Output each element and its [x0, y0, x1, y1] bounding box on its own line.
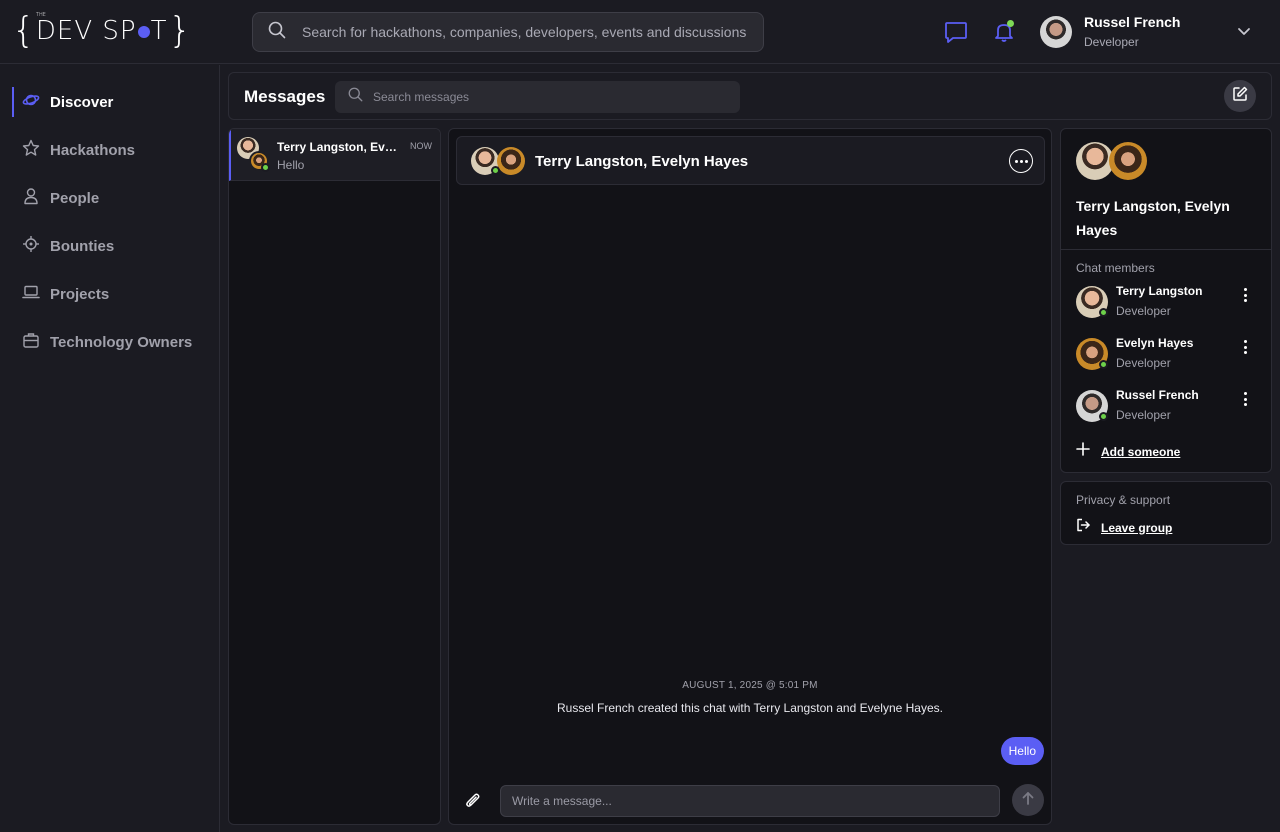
divider: [1061, 249, 1271, 250]
sidebar-item-label: Technology Owners: [50, 333, 193, 351]
sidebar: Discover Hackathons People Bounties Proj…: [0, 65, 220, 832]
user-name: Russel French: [1084, 14, 1181, 30]
sidebar-item-label: Discover: [50, 93, 114, 111]
person-icon: [22, 187, 40, 210]
global-search-input[interactable]: Search for hackathons, companies, develo…: [252, 12, 764, 52]
conversation-item[interactable]: Terry Langston, Evelyn Hayes NOW Hello: [229, 129, 440, 181]
message-search-input[interactable]: Search messages: [335, 81, 740, 113]
compose-icon: [1231, 85, 1249, 108]
laptop-icon: [22, 283, 40, 306]
logo-dot: [137, 26, 150, 38]
kebab-menu-icon[interactable]: [1242, 340, 1248, 354]
kebab-menu-icon[interactable]: [1242, 288, 1248, 302]
planet-icon: [22, 91, 40, 114]
conversation-list: Terry Langston, Evelyn Hayes NOW Hello: [228, 128, 441, 825]
star-icon: [22, 139, 40, 162]
global-search-placeholder: Search for hackathons, companies, develo…: [302, 24, 747, 40]
arrow-up-icon: [1020, 790, 1036, 811]
member-role: Developer: [1116, 304, 1171, 318]
sidebar-item-label: Bounties: [50, 237, 115, 255]
user-role: Developer: [1084, 35, 1139, 49]
devspot-logo[interactable]: { THE DEV SP T }: [12, 10, 192, 51]
leave-group-link[interactable]: Leave group: [1076, 518, 1172, 537]
messages-header: Messages Search messages: [228, 72, 1272, 120]
chat-header: Terry Langston, Evelyn Hayes: [456, 136, 1045, 185]
privacy-support-panel: Privacy & support Leave group: [1060, 481, 1272, 545]
chat-info-panel: Terry Langston, Evelyn Hayes Chat member…: [1060, 128, 1272, 473]
online-indicator: [1099, 360, 1108, 369]
sidebar-item-label: People: [50, 189, 100, 207]
online-indicator: [1099, 308, 1108, 317]
avatar: [497, 147, 525, 175]
plus-icon: [1076, 442, 1090, 461]
sidebar-item-discover[interactable]: Discover: [12, 87, 212, 117]
sidebar-item-hackathons[interactable]: Hackathons: [12, 135, 212, 165]
message-bubble-own: Hello: [1000, 737, 1044, 765]
compose-button[interactable]: [1224, 80, 1256, 112]
chat-info-title: Terry Langston, Evelyn Hayes: [1076, 198, 1230, 238]
notification-dot: [1007, 20, 1014, 27]
top-bar: { THE DEV SP T } Search for hackathons, c…: [0, 0, 1280, 64]
sidebar-item-label: Projects: [50, 285, 110, 303]
member-name: Russel French: [1116, 388, 1199, 402]
add-someone-label: Add someone: [1101, 444, 1181, 459]
sidebar-item-bounties[interactable]: Bounties: [12, 231, 212, 261]
attachment-icon[interactable]: [462, 790, 484, 812]
member-name: Evelyn Hayes: [1116, 336, 1194, 350]
sidebar-item-projects[interactable]: Projects: [12, 279, 212, 309]
member-name: Terry Langston: [1116, 284, 1203, 298]
member-item: Terry Langston Developer: [1076, 284, 1261, 318]
online-indicator: [1099, 412, 1108, 421]
message-input[interactable]: [500, 785, 1000, 817]
online-indicator: [261, 163, 270, 172]
chat-title: Terry Langston, Evelyn Hayes: [535, 153, 749, 170]
logo-small-text: THE: [35, 12, 46, 18]
user-menu[interactable]: Russel French Developer: [1040, 14, 1180, 49]
search-icon: [268, 21, 286, 44]
target-icon: [22, 235, 40, 258]
more-options-button[interactable]: [1009, 149, 1033, 173]
avatar: [1109, 142, 1147, 180]
chat-members-label: Chat members: [1076, 261, 1155, 275]
member-item: Russel French Developer: [1076, 388, 1261, 422]
logo-text-right: T: [150, 16, 168, 46]
chevron-down-icon[interactable]: [1236, 24, 1252, 45]
member-role: Developer: [1116, 356, 1171, 370]
briefcase-icon: [22, 331, 40, 354]
system-message-date: AUGUST 1, 2025 @ 5:01 PM: [682, 680, 818, 691]
logo-brace-right: }: [168, 10, 192, 51]
logo-brace-left: {: [12, 10, 35, 51]
search-icon: [348, 87, 363, 107]
message-search-placeholder: Search messages: [373, 90, 470, 104]
privacy-support-label: Privacy & support: [1076, 493, 1171, 507]
sidebar-item-technology-owners[interactable]: Technology Owners: [12, 327, 212, 357]
logo-wordmark: THE DEV SP T: [35, 12, 168, 46]
send-button[interactable]: [1012, 784, 1044, 816]
chat-icon[interactable]: [942, 18, 970, 46]
conversation-name: Terry Langston, Evelyn Hayes: [277, 140, 401, 154]
sidebar-item-label: Hackathons: [50, 141, 136, 159]
member-item: Evelyn Hayes Developer: [1076, 336, 1261, 370]
bell-icon[interactable]: [990, 18, 1018, 46]
conversation-preview: Hello: [277, 158, 305, 172]
kebab-menu-icon[interactable]: [1242, 392, 1248, 406]
sidebar-item-people[interactable]: People: [12, 183, 212, 213]
member-role: Developer: [1116, 408, 1171, 422]
chat-panel: Terry Langston, Evelyn Hayes AUGUST 1, 2…: [448, 128, 1052, 825]
avatar: [1040, 15, 1072, 48]
page-title: Messages: [244, 87, 326, 106]
online-indicator: [491, 166, 500, 175]
logo-text-left: DEV SP: [35, 16, 137, 46]
logout-icon: [1076, 518, 1090, 537]
leave-group-label: Leave group: [1101, 520, 1173, 535]
system-message: Russel French created this chat with Ter…: [557, 701, 943, 715]
add-someone-link[interactable]: Add someone: [1076, 442, 1180, 461]
conversation-time: NOW: [410, 141, 432, 151]
